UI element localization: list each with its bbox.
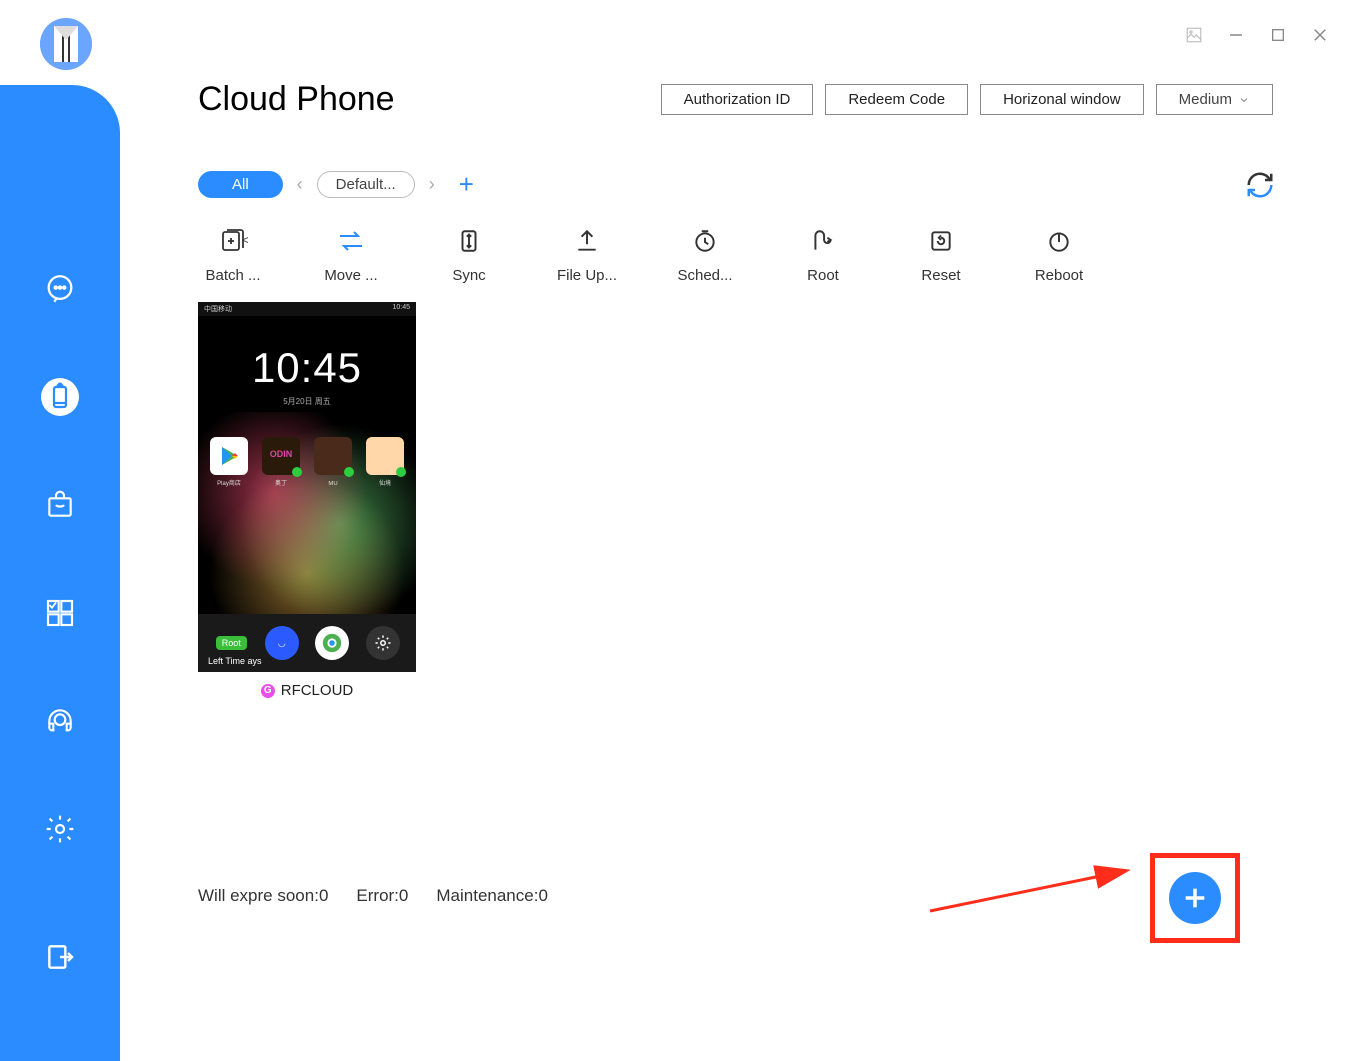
add-device-button[interactable] [1169, 872, 1221, 924]
sync-label: Sync [452, 267, 485, 284]
sidebar-item-cloudphone[interactable] [36, 373, 84, 421]
dock-settings [366, 626, 400, 660]
dock-root: Root [214, 626, 248, 660]
file-upload-label: File Up... [557, 267, 617, 284]
sidebar-item-settings[interactable] [36, 805, 84, 853]
authorization-id-button[interactable]: Authorization ID [661, 84, 814, 115]
redeem-code-button[interactable]: Redeem Code [825, 84, 968, 115]
app-icon: 仙境 [366, 437, 404, 475]
clock-icon [689, 225, 721, 257]
device-left-time: Left Time ays [208, 656, 262, 666]
device-apps-row: Play商店 ODIN奥丁 MU 仙境 [210, 437, 404, 475]
sidebar-item-store[interactable] [36, 481, 84, 529]
svg-text:<: < [242, 233, 248, 247]
file-upload-button[interactable]: File Up... [552, 225, 622, 284]
move-label: Move ... [324, 267, 377, 284]
reset-label: Reset [921, 267, 960, 284]
chevron-down-icon [1238, 94, 1250, 106]
move-icon [335, 225, 367, 257]
sync-button[interactable]: Sync [434, 225, 504, 284]
device-statusbar: 中国移动 10:45 [198, 302, 416, 316]
stat-expire: Will expre soon:0 [198, 886, 328, 906]
reset-button[interactable]: Reset [906, 225, 976, 284]
size-select[interactable]: Medium [1156, 84, 1273, 115]
root-icon [807, 225, 839, 257]
reset-icon [925, 225, 957, 257]
sidebar-item-tasks[interactable] [36, 589, 84, 637]
batch-button[interactable]: < Batch ... [198, 225, 268, 284]
dock-app: ◡ [265, 626, 299, 660]
annotation-arrow [925, 861, 1145, 921]
batch-label: Batch ... [205, 267, 260, 284]
filter-row: All ‹ Default... › + [198, 169, 1355, 200]
device-name: RFCLOUD [281, 682, 354, 699]
device-screen: 中国移动 10:45 10:45 5月20日 周五 Play商店 ODIN奥丁 … [198, 302, 416, 672]
schedule-label: Sched... [677, 267, 732, 284]
filter-default-pill[interactable]: Default... [317, 171, 415, 198]
root-button[interactable]: Root [788, 225, 858, 284]
root-label: Root [807, 267, 839, 284]
device-clock: 10:45 [198, 344, 416, 392]
filter-all-pill[interactable]: All [198, 171, 283, 198]
app-icon: ODIN奥丁 [262, 437, 300, 475]
footer-stats: Will expre soon:0 Error:0 Maintenance:0 [198, 886, 548, 906]
upload-icon [571, 225, 603, 257]
chevron-left-icon[interactable]: ‹ [293, 174, 307, 195]
annotation-highlight [1150, 853, 1240, 943]
header-row: Cloud Phone Authorization ID Redeem Code… [198, 80, 1355, 119]
sidebar [0, 85, 120, 1061]
sync-icon [453, 225, 485, 257]
device-date: 5月20日 周五 [198, 396, 416, 407]
chevron-right-icon[interactable]: › [425, 174, 439, 195]
device-badge-icon: G [261, 684, 275, 698]
device-card[interactable]: 中国移动 10:45 10:45 5月20日 周五 Play商店 ODIN奥丁 … [198, 302, 416, 699]
schedule-button[interactable]: Sched... [670, 225, 740, 284]
refresh-button[interactable] [1245, 170, 1275, 200]
reboot-label: Reboot [1035, 267, 1083, 284]
page-title: Cloud Phone [198, 80, 395, 119]
action-toolbar: < Batch ... Move ... Sync File Up... Sch… [198, 225, 1355, 284]
reboot-button[interactable]: Reboot [1024, 225, 1094, 284]
sidebar-item-support[interactable] [36, 697, 84, 745]
device-label: G RFCLOUD [198, 682, 416, 699]
power-icon [1043, 225, 1075, 257]
stat-maintenance: Maintenance:0 [436, 886, 548, 906]
avatar[interactable] [40, 18, 92, 70]
app-icon: MU [314, 437, 352, 475]
add-group-button[interactable]: + [459, 169, 474, 200]
size-select-label: Medium [1179, 91, 1232, 108]
sidebar-item-logout[interactable] [36, 933, 84, 981]
horizontal-window-button[interactable]: Horizonal window [980, 84, 1144, 115]
dock-chrome [315, 626, 349, 660]
batch-icon: < [217, 225, 249, 257]
move-button[interactable]: Move ... [316, 225, 386, 284]
app-icon: Play商店 [210, 437, 248, 475]
stat-error: Error:0 [356, 886, 408, 906]
sidebar-item-chat[interactable] [36, 265, 84, 313]
